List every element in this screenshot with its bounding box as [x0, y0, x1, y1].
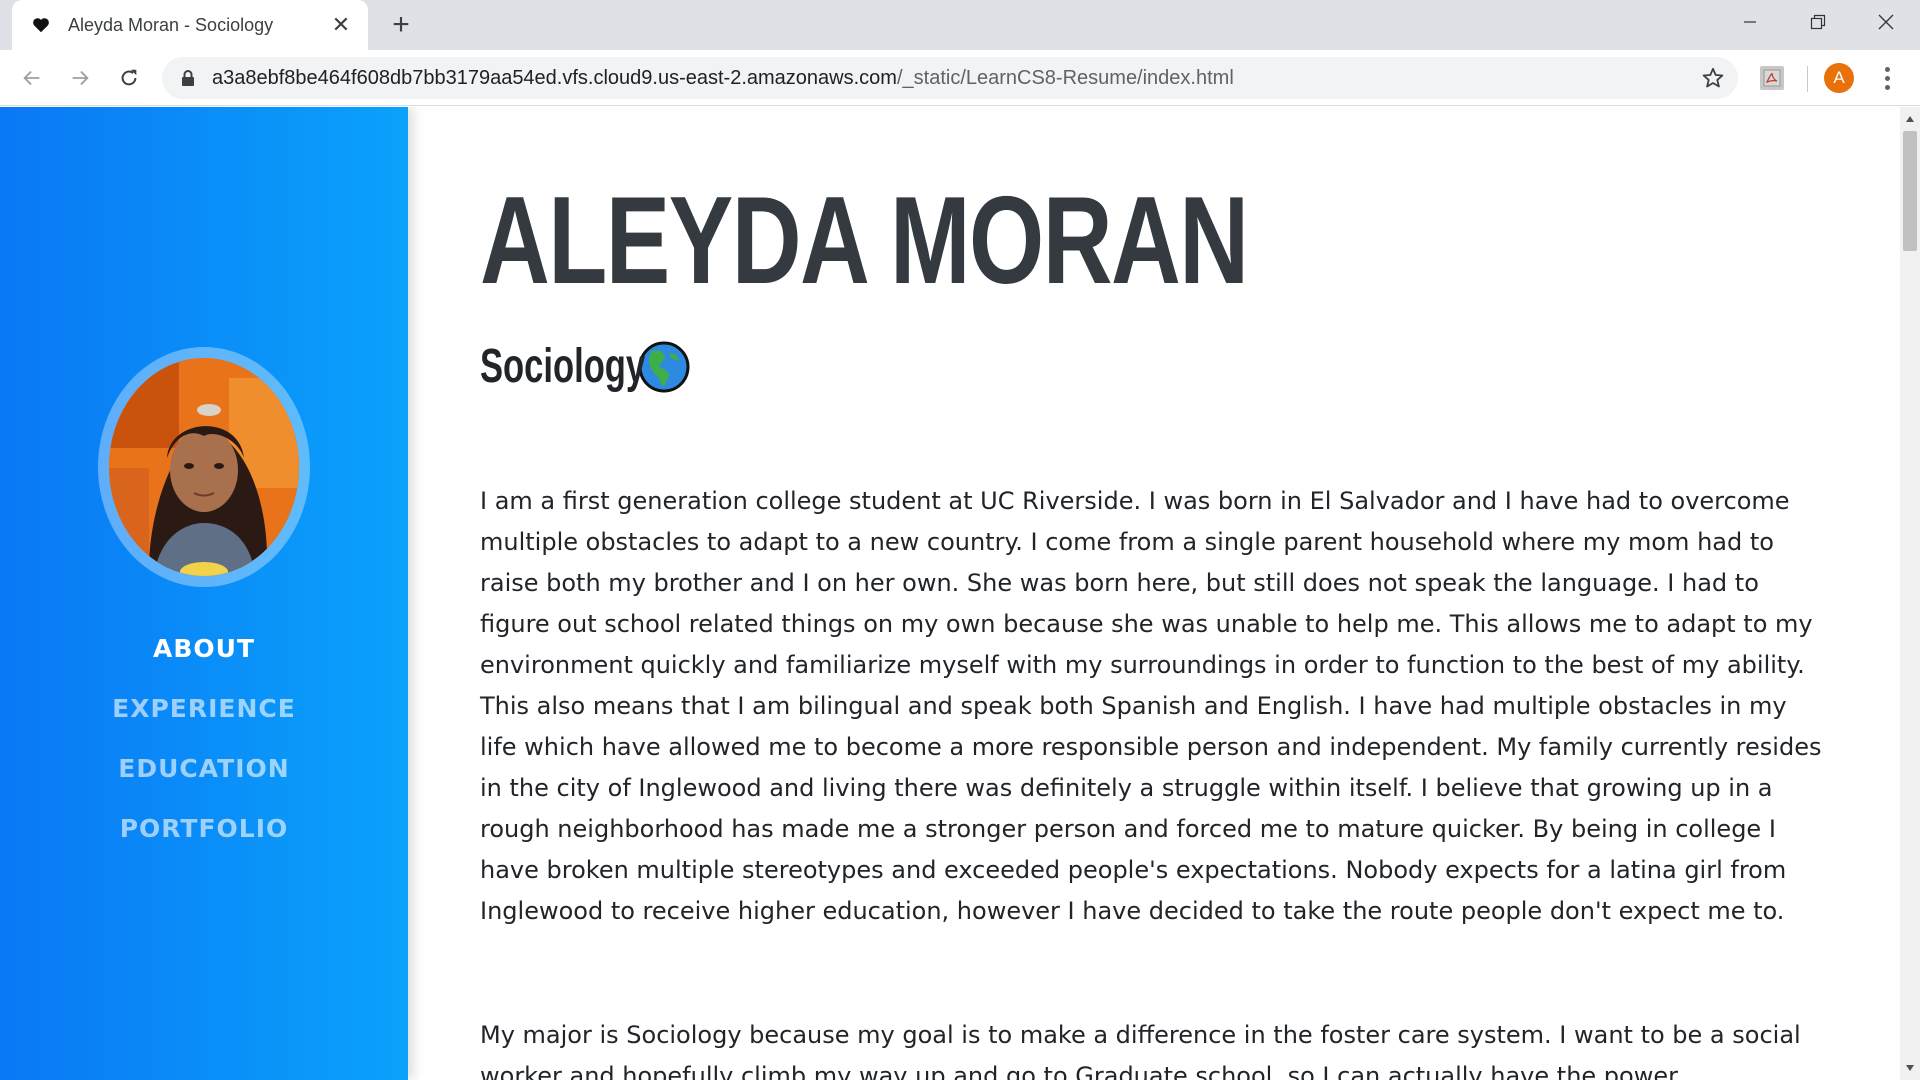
page-viewport: ABOUT EXPERIENCE EDUCATION PORTFOLIO ALE…	[0, 107, 1900, 1080]
url-path: /_static/LearnCS8-Resume/index.html	[896, 66, 1234, 89]
forward-button[interactable]	[64, 62, 96, 94]
back-button[interactable]	[16, 62, 48, 94]
tab-strip: Aleyda Moran - Sociology ✕ +	[0, 0, 1920, 50]
scrollbar-thumb[interactable]	[1903, 131, 1917, 251]
new-tab-button[interactable]: +	[384, 8, 418, 42]
minimize-button[interactable]	[1716, 0, 1784, 44]
profile-avatar-button[interactable]: A	[1824, 63, 1854, 93]
url-host: a3a8ebf8be464f608db7bb3179aa54ed.vfs.clo…	[212, 66, 897, 89]
browser-tab[interactable]: Aleyda Moran - Sociology ✕	[12, 0, 368, 50]
restore-button[interactable]	[1784, 0, 1852, 44]
page-title: ALEYDA MORAN	[480, 172, 1249, 310]
reload-button[interactable]	[113, 62, 145, 94]
sidebar-nav: ABOUT EXPERIENCE EDUCATION PORTFOLIO	[0, 619, 408, 859]
sidebar: ABOUT EXPERIENCE EDUCATION PORTFOLIO	[0, 107, 408, 1080]
tab-close-button[interactable]: ✕	[328, 12, 354, 38]
nav-item-portfolio[interactable]: PORTFOLIO	[0, 799, 408, 859]
subtitle-text: Sociology	[480, 340, 646, 393]
scroll-down-arrow-icon[interactable]	[1900, 1060, 1920, 1076]
nav-item-education[interactable]: EDUCATION	[0, 739, 408, 799]
scroll-up-arrow-icon[interactable]	[1900, 111, 1920, 127]
bookmark-star-icon[interactable]	[1700, 65, 1726, 91]
browser-menu-button[interactable]	[1872, 62, 1902, 94]
about-paragraph-1: I am a first generation college student …	[480, 487, 1822, 925]
address-bar[interactable]: a3a8ebf8be464f608db7bb3179aa54ed.vfs.clo…	[162, 57, 1738, 99]
toolbar-separator	[1807, 66, 1808, 92]
nav-item-about[interactable]: ABOUT	[0, 619, 408, 679]
window-controls	[1716, 0, 1920, 44]
pdf-extension-icon[interactable]	[1760, 66, 1784, 90]
url-text: a3a8ebf8be464f608db7bb3179aa54ed.vfs.clo…	[212, 67, 1234, 90]
lock-icon	[180, 69, 196, 87]
profile-photo-frame	[98, 347, 310, 587]
main-content: ALEYDA MORAN Sociology I am a first gene…	[480, 107, 1840, 1080]
nav-item-experience[interactable]: EXPERIENCE	[0, 679, 408, 739]
about-paragraph-2: My major is Sociology because my goal is…	[480, 1021, 1801, 1080]
globe-americas-icon	[638, 341, 690, 392]
close-window-button[interactable]	[1852, 0, 1920, 44]
tab-title: Aleyda Moran - Sociology	[68, 14, 274, 35]
browser-toolbar: a3a8ebf8be464f608db7bb3179aa54ed.vfs.clo…	[0, 50, 1920, 106]
subtitle: Sociology	[480, 339, 690, 394]
browser-window: Aleyda Moran - Sociology ✕ + a3a8ebf8be4…	[0, 0, 1920, 1080]
page-scrollbar[interactable]	[1900, 107, 1920, 1080]
heart-icon	[30, 14, 52, 36]
profile-photo	[109, 358, 299, 576]
